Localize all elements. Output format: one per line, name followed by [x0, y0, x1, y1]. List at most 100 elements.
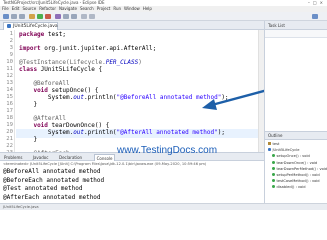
save-icon[interactable]	[11, 14, 17, 19]
console-tab-declaration[interactable]: Declaration	[57, 154, 84, 161]
line-number: 12	[6, 73, 13, 79]
line-number-gutter: 12391011121314151617181920212223	[0, 30, 15, 156]
method-icon	[272, 154, 275, 158]
code-token: @BeforeAll	[19, 80, 70, 87]
outline-item[interactable]: setupOnce() : void	[272, 154, 310, 158]
line-number: 21	[6, 136, 13, 142]
search-icon[interactable]	[71, 14, 77, 19]
line-number: 10	[6, 59, 13, 65]
menu-item-run[interactable]: Run	[113, 6, 121, 11]
menu-item-file[interactable]: File	[2, 6, 9, 11]
menu-item-edit[interactable]: Edit	[12, 6, 20, 11]
code-line: @AfterAll	[19, 115, 66, 122]
code-token: System.	[19, 129, 74, 136]
outline-item-label: JUnit5LifeCycle	[272, 148, 300, 153]
code-line: @TestInstance(Lifecycle.PER_CLASS)	[19, 59, 142, 66]
menu-item-search[interactable]: Search	[80, 6, 94, 11]
forward-icon[interactable]	[89, 14, 95, 19]
task-list-body	[265, 38, 327, 131]
code-token: class	[19, 66, 38, 73]
outline-title: Outline	[268, 133, 283, 138]
outline-item[interactable]: testCaseMethod() : void	[272, 179, 320, 183]
code-token: JUnit5LifeCycle {	[37, 66, 103, 73]
menu-item-source[interactable]: Source	[22, 6, 36, 11]
menu-item-navigate[interactable]: Navigate	[59, 6, 77, 11]
task-list-title: Task List	[268, 23, 285, 28]
line-number: 20	[6, 129, 13, 135]
code-token: );	[217, 129, 225, 136]
line-number: 17	[6, 108, 13, 114]
code-token: test;	[44, 31, 66, 38]
code-line: @BeforeAll	[19, 80, 70, 87]
line-number: 13	[6, 80, 13, 86]
code-token: System.	[19, 94, 74, 101]
outline-item[interactable]: JUnit5LifeCycle	[268, 148, 299, 152]
code-line: System.out.println("@AfterAll annotated …	[19, 129, 225, 136]
package-icon	[268, 142, 271, 145]
code-token: out	[73, 94, 85, 101]
code-line: }	[19, 101, 37, 108]
outline-item-label: setupPerMethod() : void	[276, 173, 320, 177]
line-number: 9	[9, 52, 13, 58]
external-tools-icon[interactable]	[45, 14, 51, 19]
new-icon[interactable]	[3, 14, 9, 19]
menu-item-refactor[interactable]: Refactor	[39, 6, 56, 11]
console-tab-console[interactable]: Console	[93, 154, 116, 161]
menu-item-window[interactable]: Window	[124, 6, 140, 11]
menu-item-help[interactable]: Help	[143, 6, 152, 11]
outline-item[interactable]: tearDownPerMethod() : void	[272, 166, 327, 171]
new-java-class-icon[interactable]	[55, 14, 61, 19]
outline-item[interactable]: disabled() : void	[272, 185, 306, 189]
outline-tab[interactable]: Outline	[265, 131, 327, 140]
perspective-icon[interactable]	[312, 14, 318, 19]
console-line: @AfterEach annotated method	[3, 193, 101, 201]
java-file-icon	[7, 23, 11, 28]
status-bar: JUnit5LifeCycle.java	[0, 203, 327, 210]
code-token: PER_CLASS	[105, 59, 139, 66]
class-icon	[268, 148, 271, 152]
code-line: void setupOnce() {	[19, 87, 98, 94]
back-icon[interactable]	[81, 14, 87, 19]
code-line: void tearDownOnce() {	[19, 122, 109, 129]
editor-tab-bar: JUnit5LifeCycle.java	[0, 21, 264, 30]
menu-item-project[interactable]: Project	[97, 6, 111, 11]
code-token: @TestInstance(Lifecycle.	[19, 59, 106, 66]
code-line: }	[19, 136, 37, 143]
editor-tab[interactable]: JUnit5LifeCycle.java	[3, 22, 58, 30]
code-token: setupOnce() {	[47, 87, 99, 94]
right-side-panel: Task List Outline test JUnit5LifeCycle set…	[264, 21, 327, 203]
code-token: }	[19, 101, 38, 108]
method-icon	[272, 160, 275, 164]
task-list-tab[interactable]: Task List	[265, 21, 327, 30]
watermark: www.TestingDocs.com	[117, 145, 218, 156]
window-title: TestNGProject/src/Junit5LifeCycle.java -…	[3, 0, 105, 5]
code-token: .println(	[84, 129, 117, 136]
code-line: import org.junit.jupiter.api.AfterAll;	[19, 45, 156, 52]
code-token: @AfterAll	[19, 115, 66, 122]
run-icon[interactable]	[37, 14, 43, 19]
line-number: 19	[6, 122, 13, 128]
print-icon[interactable]	[19, 14, 25, 19]
method-icon	[272, 185, 275, 189]
open-type-icon[interactable]	[63, 14, 69, 19]
main-toolbar	[0, 12, 327, 21]
editor-tab-label: JUnit5LifeCycle.java	[13, 24, 58, 29]
line-number: 16	[6, 101, 13, 107]
method-icon	[272, 179, 275, 183]
outline-item[interactable]: test	[268, 142, 279, 146]
debug-icon[interactable]	[29, 14, 35, 19]
method-icon	[272, 166, 275, 170]
code-line: package test;	[19, 31, 66, 38]
console-tab-javadoc[interactable]: Javadoc	[31, 154, 51, 161]
code-token: }	[19, 136, 38, 143]
outline-item-label: testCaseMethod() : void	[276, 179, 320, 184]
console-line: @BeforeAll annotated method	[3, 168, 101, 175]
code-token: .println(	[84, 94, 117, 101]
outline-item[interactable]: setupPerMethod() : void	[272, 173, 320, 177]
console-tab-problems[interactable]: Problems	[2, 154, 24, 161]
code-token: import	[19, 45, 41, 52]
outline-item-label: tearDownPerMethod() : void	[276, 166, 327, 171]
code-token: void	[33, 122, 48, 129]
outline-item-label: test	[272, 142, 280, 146]
outline-item[interactable]: tearDownOnce() : void	[272, 160, 317, 165]
